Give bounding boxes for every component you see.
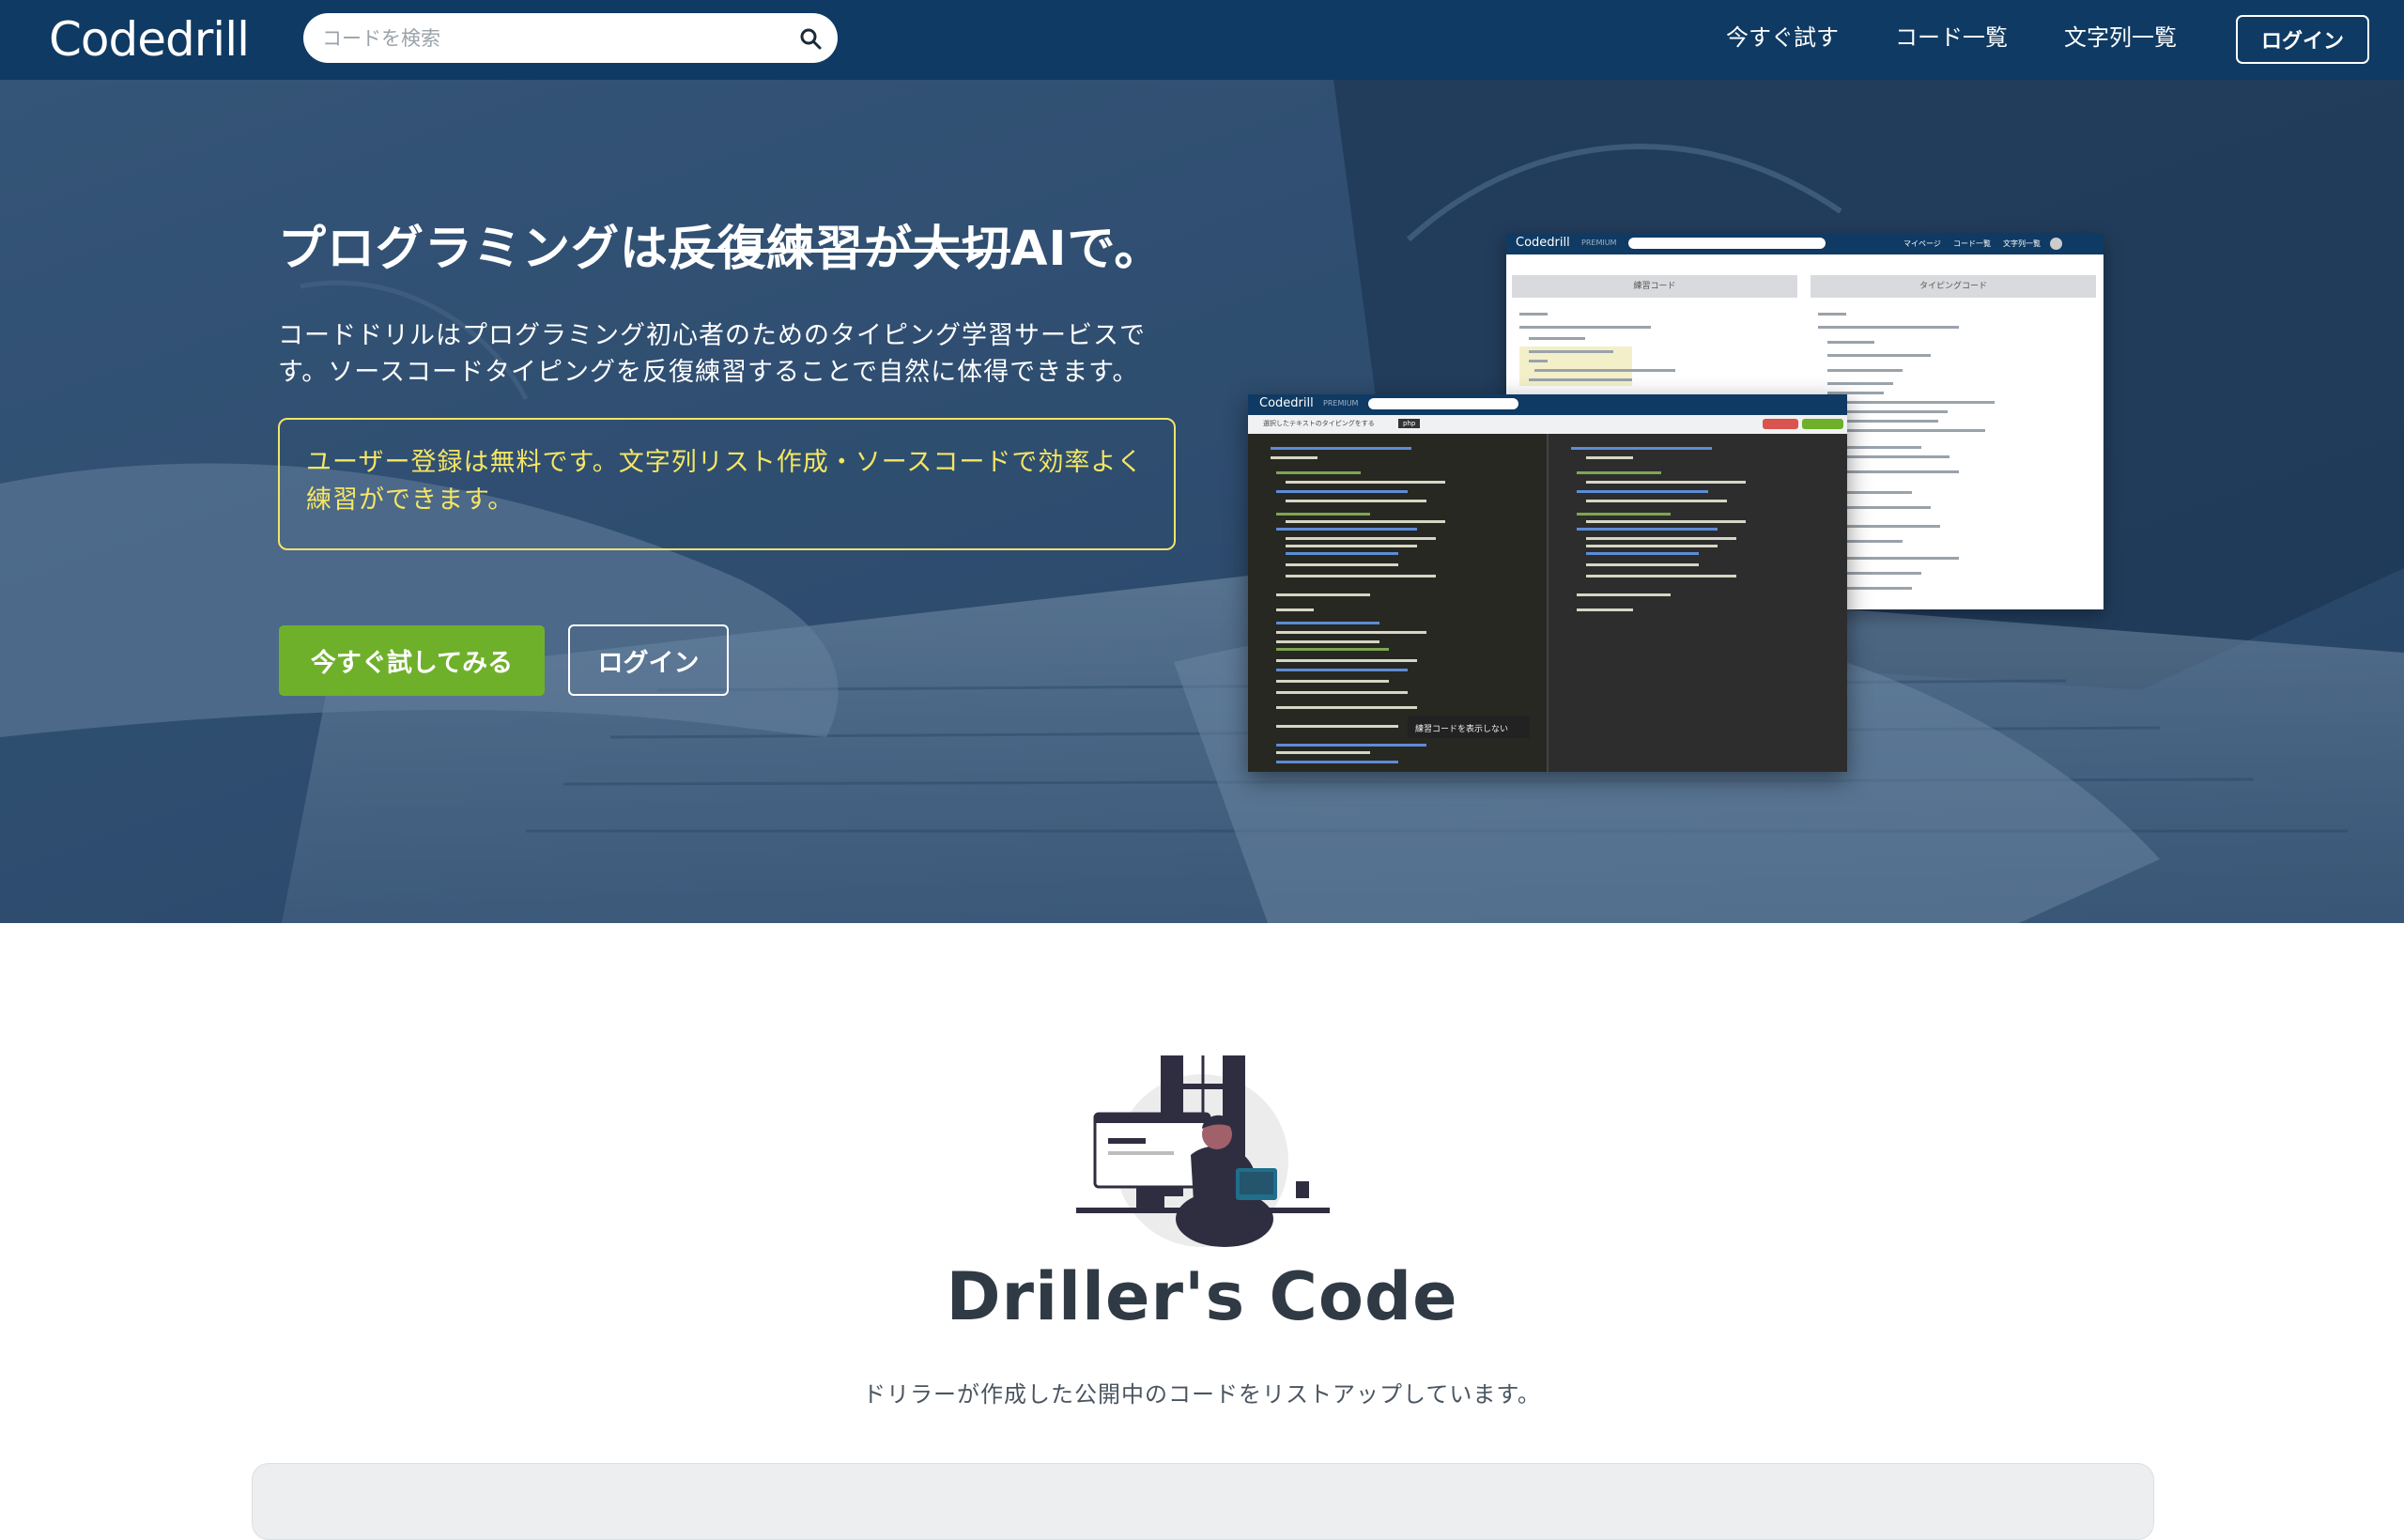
code-list-card bbox=[252, 1463, 2154, 1540]
hero-title-tail: AIで。 bbox=[1010, 222, 1163, 277]
section-subtitle: ドリラーが作成した公開中のコードをリストアップしています。 bbox=[863, 1381, 1541, 1408]
search-icon[interactable] bbox=[798, 26, 823, 51]
preview-front-overlay: 練習コードを表示しない bbox=[1415, 725, 1509, 734]
search-input[interactable] bbox=[320, 25, 794, 51]
header-login-button[interactable]: ログイン bbox=[2236, 15, 2369, 64]
preview-search bbox=[1628, 238, 1826, 249]
preview-front-green-btn bbox=[1802, 419, 1843, 429]
preview-front-navbar: Codedrill PREMIUM bbox=[1248, 394, 1847, 415]
search-box[interactable] bbox=[303, 13, 838, 63]
preview-navbar: Codedrill PREMIUM マイページ コード一覧 文字列一覧 bbox=[1506, 234, 2104, 254]
hero-description: コードドリルはプログラミング初心者のためのタイピング学習サービスです。ソースコー… bbox=[278, 321, 1146, 387]
preview-panel-right-header: タイピングコード bbox=[1811, 275, 2096, 298]
navbar: Codedrill 今すぐ試す コード一覧 文字列一覧 ログイン bbox=[0, 0, 2404, 80]
preview-nav-3: 文字列一覧 bbox=[2003, 239, 2041, 248]
hero-login-button[interactable]: ログイン bbox=[568, 624, 729, 696]
hero-section: プログラミングは反復練習が大切AIで。 コードドリルはプログラミング初心者のため… bbox=[0, 80, 2404, 923]
preview-code-lines-dark bbox=[1248, 434, 1847, 772]
hero-title: プログラミングは反復練習が大切AIで。 bbox=[278, 209, 1163, 279]
preview-panel-left-header: 練習コード bbox=[1512, 275, 1797, 298]
nav-try-now[interactable]: 今すぐ試す bbox=[1726, 21, 1839, 54]
preview-logo: Codedrill bbox=[1516, 236, 1570, 250]
preview-avatar bbox=[2050, 238, 2062, 250]
try-now-button[interactable]: 今すぐ試してみる bbox=[279, 625, 545, 696]
preview-front-toolbar: 選択したテキストのタイピングをする php bbox=[1248, 415, 1847, 434]
preview-front-badge: PREMIUM bbox=[1323, 399, 1359, 408]
preview-front-logo: Codedrill bbox=[1259, 396, 1314, 410]
preview-nav-2: コード一覧 bbox=[1953, 239, 1991, 248]
preview-front-toolbar-label: 選択したテキストのタイピングをする bbox=[1263, 420, 1375, 427]
preview-front-search bbox=[1368, 398, 1518, 409]
section-title: Driller's Code bbox=[946, 1258, 1458, 1335]
nav-string-list[interactable]: 文字列一覧 bbox=[2064, 21, 2177, 54]
preview-badge: PREMIUM bbox=[1581, 239, 1617, 247]
logo[interactable]: Codedrill bbox=[49, 8, 250, 71]
hero-title-main: プログラミングは bbox=[278, 222, 670, 277]
hero-title-strike: 反復練習が大切 bbox=[669, 222, 1011, 277]
nav-code-list[interactable]: コード一覧 bbox=[1895, 21, 2008, 54]
preview-nav-1: マイページ bbox=[1903, 239, 1941, 248]
signup-notice: ユーザー登録は無料です。文字列リスト作成・ソースコードで効率よく練習ができます。 bbox=[278, 418, 1176, 550]
preview-front-red-btn bbox=[1763, 419, 1798, 429]
preview-screenshot-dark: Codedrill PREMIUM 選択したテキストのタイピングをする php bbox=[1248, 394, 1847, 772]
developer-illustration bbox=[1076, 1055, 1330, 1247]
preview-front-lang: php bbox=[1398, 419, 1421, 428]
